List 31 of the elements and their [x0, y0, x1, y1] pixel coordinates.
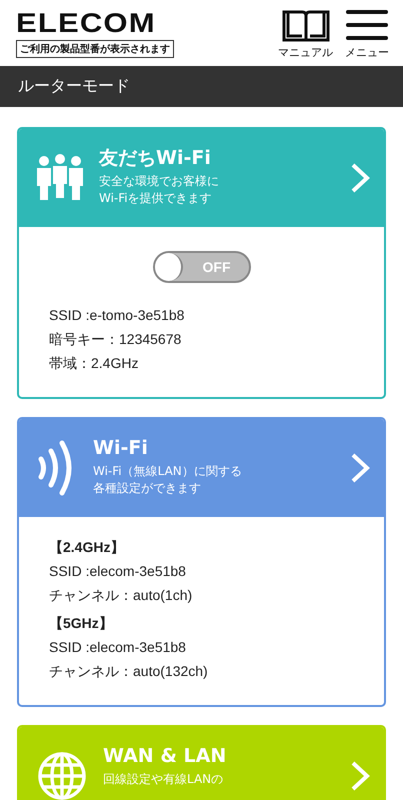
- card-description: 安全な環境でお客様に Wi-Fiを提供できます: [99, 173, 220, 207]
- band-heading: 【2.4GHz】: [49, 538, 126, 557]
- card-header[interactable]: 友だちWi-Fi 安全な環境でお客様に Wi-Fiを提供できます: [19, 129, 384, 227]
- chevron-right-icon: [350, 452, 370, 484]
- people-icon: [37, 154, 83, 202]
- info-line: チャンネル：auto(1ch): [49, 586, 194, 605]
- menu-button[interactable]: メニュー: [345, 8, 389, 60]
- card-title: Wi-Fi: [93, 436, 149, 460]
- logo: ELECOM: [16, 10, 157, 36]
- card-description: 回線設定や有線LANの: [103, 771, 224, 788]
- card-title: 友だちWi-Fi: [99, 146, 212, 170]
- card-title: WAN & LAN: [103, 744, 228, 768]
- info-line: チャンネル：auto(132ch): [49, 662, 209, 681]
- info-line: SSID :elecom-3e51b8: [49, 638, 187, 657]
- info-line: 暗号キー：12345678: [49, 330, 182, 349]
- card-header[interactable]: WAN & LAN 回線設定や有線LANの: [19, 727, 384, 800]
- manual-button[interactable]: マニュアル: [278, 8, 333, 60]
- toggle-switch[interactable]: OFF: [152, 251, 250, 283]
- book-icon: [282, 8, 330, 42]
- mode-title: ルーターモード: [18, 76, 130, 97]
- band-heading: 【5GHz】: [49, 614, 114, 633]
- info-line: SSID :elecom-3e51b8: [49, 562, 187, 581]
- info-line: SSID :e-tomo-3e51b8: [49, 306, 186, 325]
- info-line: 帯域：2.4GHz: [49, 354, 140, 373]
- globe-icon: [37, 751, 87, 800]
- card-description: Wi-Fi（無線LAN）に関する 各種設定ができます: [93, 463, 243, 497]
- model-note: ご利用の製品型番が表示されます: [16, 40, 174, 58]
- chevron-right-icon: [350, 162, 370, 194]
- chevron-right-icon: [350, 760, 370, 792]
- menu-icon: [345, 8, 389, 42]
- card-header[interactable]: Wi-Fi Wi-Fi（無線LAN）に関する 各種設定ができます: [19, 419, 384, 517]
